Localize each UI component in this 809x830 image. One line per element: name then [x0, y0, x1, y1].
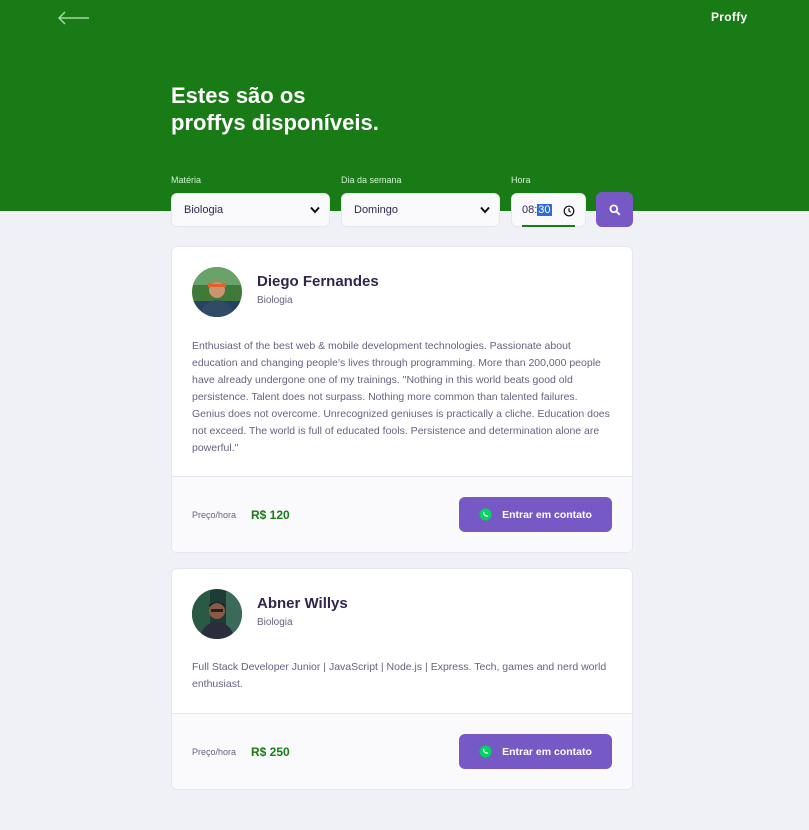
avatar-image: [192, 267, 242, 317]
avatar-image: [192, 589, 242, 639]
contact-button[interactable]: Entrar em contato: [459, 734, 612, 769]
title-line-2: proffys disponíveis.: [171, 110, 379, 135]
teacher-name: Abner Willys: [257, 595, 348, 612]
weekday-label: Dia da semana: [341, 175, 402, 185]
back-arrow-icon[interactable]: [56, 9, 92, 27]
subject-label: Matéria: [171, 175, 202, 185]
teacher-subject: Biologia: [257, 617, 293, 628]
teacher-bio: Full Stack Developer Junior | JavaScript…: [192, 661, 607, 690]
title-line-1: Estes são os: [171, 83, 306, 108]
card-footer: Preço/hora R$ 120 Entrar em contato: [172, 476, 632, 552]
search-icon: [609, 204, 621, 216]
time-minutes: 30: [537, 204, 552, 216]
search-button[interactable]: [596, 192, 633, 227]
price-value: R$ 250: [251, 745, 290, 759]
whatsapp-icon: [479, 745, 492, 758]
time-label: Hora: [511, 175, 531, 185]
teacher-card: Abner Willys Biologia Full Stack Develop…: [171, 568, 633, 790]
time-input-focus-underline: [522, 225, 575, 227]
page-title: Estes são os proffys disponíveis.: [171, 82, 471, 136]
price-label: Preço/hora: [192, 510, 237, 520]
price-label: Preço/hora: [192, 747, 237, 757]
weekday-select-value: Domingo: [354, 204, 399, 216]
weekday-select[interactable]: Domingo: [341, 193, 500, 227]
avatar: [192, 589, 242, 639]
chevron-down-icon: [480, 206, 490, 214]
price-value: R$ 120: [251, 508, 290, 522]
teacher-name: Diego Fernandes: [257, 273, 379, 290]
teacher-bio: Enthusiast of the best web & mobile deve…: [192, 340, 610, 454]
teacher-subject: Biologia: [257, 295, 293, 306]
avatar: [192, 267, 242, 317]
chevron-down-icon: [310, 206, 320, 214]
contact-button-label: Entrar em contato: [502, 508, 592, 521]
subject-select[interactable]: Biologia: [171, 193, 330, 227]
teacher-card: Diego Fernandes Biologia Enthusiast of t…: [171, 246, 633, 553]
clock-icon[interactable]: [563, 205, 575, 217]
time-hours: 08:: [522, 204, 538, 216]
contact-button[interactable]: Entrar em contato: [459, 497, 612, 532]
time-input[interactable]: 08: 30: [511, 193, 586, 227]
logo: Proffy: [711, 10, 748, 24]
subject-select-value: Biologia: [184, 204, 224, 216]
contact-button-label: Entrar em contato: [502, 745, 592, 758]
page-header: Proffy Estes são os proffys disponíveis.: [0, 0, 809, 211]
whatsapp-icon: [479, 508, 492, 521]
card-footer: Preço/hora R$ 250 Entrar em contato: [172, 713, 632, 789]
